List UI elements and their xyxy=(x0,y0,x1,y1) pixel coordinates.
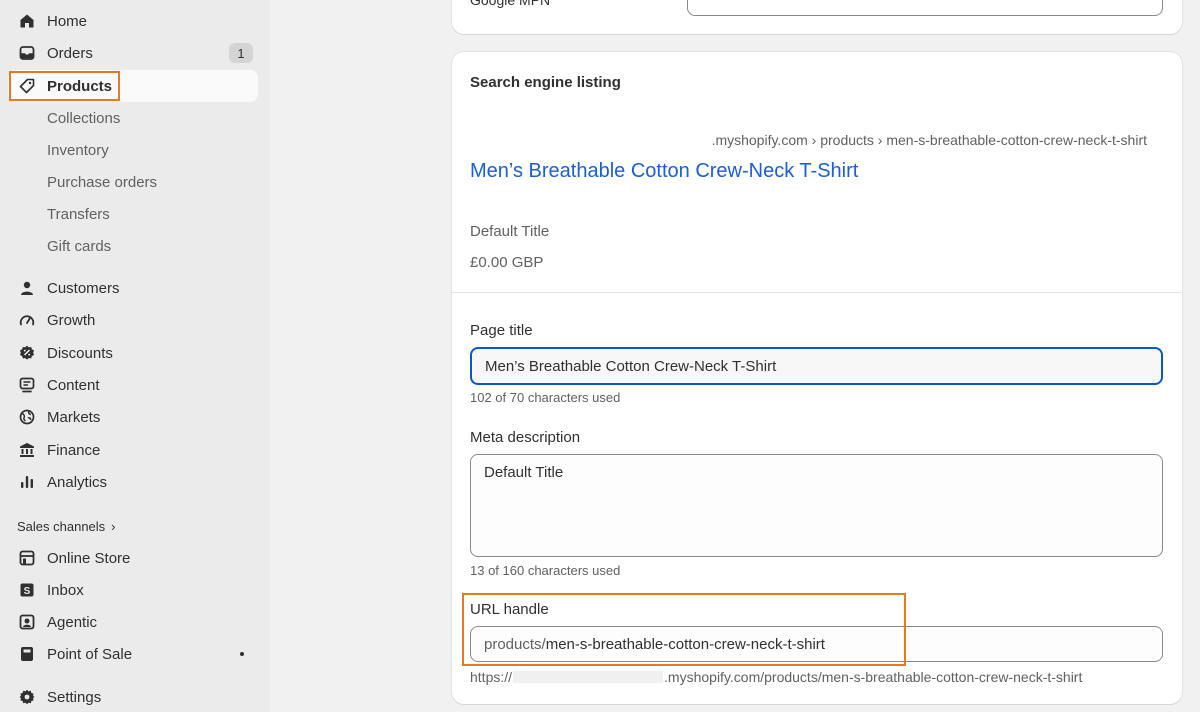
card-title: Search engine listing xyxy=(470,74,621,91)
sidebar-sub-label: Transfers xyxy=(47,205,110,223)
sidebar-item-label: Markets xyxy=(47,408,101,426)
meta-description-help: 13 of 160 characters used xyxy=(470,563,621,578)
sidebar-item-label: Orders xyxy=(47,44,93,62)
page-title-label: Page title xyxy=(470,322,533,339)
sidebar-sub-label: Collections xyxy=(47,109,121,127)
sidebar-item-label: Growth xyxy=(47,311,96,329)
sidebar-clip: Point of Sale xyxy=(0,638,270,664)
page-title-help: 102 of 70 characters used xyxy=(470,390,621,405)
sidebar-item-label: Settings xyxy=(47,688,102,706)
sidebar-item-products[interactable]: Products xyxy=(8,70,258,102)
sidebar-item-label: Point of Sale xyxy=(47,645,133,663)
globe-icon xyxy=(17,407,37,427)
person-icon xyxy=(17,278,37,298)
seo-preview-breadcrumb: .myshopify.com › products › men-s-breath… xyxy=(711,132,1147,148)
sidebar-item-settings[interactable]: Settings xyxy=(8,681,258,712)
sidebar-sub-label: Purchase orders xyxy=(47,173,158,191)
sidebar-sub-gift-cards[interactable]: Gift cards xyxy=(8,231,258,261)
status-dot xyxy=(240,652,244,656)
url-handle-value: men-s-breathable-cotton-crew-neck-t-shir… xyxy=(545,635,825,653)
sidebar-item-label: Finance xyxy=(47,441,101,459)
orders-count-badge: 1 xyxy=(229,43,253,63)
home-icon xyxy=(17,11,37,31)
sidebar: Home Orders 1 Products Collections Inven… xyxy=(0,0,270,712)
bar-chart-icon xyxy=(17,472,37,492)
seo-preview-price: £0.00 GBP xyxy=(470,254,544,271)
sidebar-item-label: Inbox xyxy=(47,581,84,599)
divider xyxy=(452,292,1182,293)
store-icon xyxy=(17,548,37,568)
seo-preview-title: Men’s Breathable Cotton Crew-Neck T-Shir… xyxy=(470,160,859,182)
sales-channels-label: Sales channels xyxy=(17,518,106,534)
sidebar-sub-transfers[interactable]: Transfers xyxy=(8,199,258,229)
google-mpn-input[interactable] xyxy=(687,0,1163,16)
redacted-store-name xyxy=(513,671,664,683)
url-handle-input[interactable]: products/ men-s-breathable-cotton-crew-n… xyxy=(470,626,1163,662)
gear-icon xyxy=(17,687,37,707)
sidebar-item-online-store[interactable]: Online Store xyxy=(8,542,258,574)
svg-text:S: S xyxy=(24,586,31,597)
url-handle-label: URL handle xyxy=(470,601,549,618)
product-identifiers-card: Google MPN xyxy=(452,0,1182,34)
sidebar-item-label: Home xyxy=(47,12,88,30)
sidebar-item-label: Products xyxy=(47,77,113,95)
seo-preview-description: Default Title xyxy=(470,223,550,240)
url-handle-prefix: products/ xyxy=(484,635,546,653)
sidebar-item-home[interactable]: Home xyxy=(8,5,258,37)
bank-icon xyxy=(17,440,37,460)
tag-icon xyxy=(17,76,37,96)
sidebar-item-discounts[interactable]: Discounts xyxy=(8,337,258,369)
sidebar-item-finance[interactable]: Finance xyxy=(8,434,258,466)
sidebar-item-agentic[interactable]: Agentic xyxy=(8,606,258,638)
discount-icon xyxy=(17,343,37,363)
sidebar-item-markets[interactable]: Markets xyxy=(8,401,258,433)
sidebar-item-content[interactable]: Content xyxy=(8,369,258,401)
sidebar-sub-label: Inventory xyxy=(47,141,109,159)
page-title-input[interactable] xyxy=(470,347,1163,385)
sidebar-item-label: Analytics xyxy=(47,473,108,491)
sidebar-item-label: Customers xyxy=(47,279,120,297)
sidebar-item-customers[interactable]: Customers xyxy=(8,272,258,304)
search-engine-listing-card: Search engine listing .myshopify.com › p… xyxy=(452,52,1182,704)
sales-channels-header[interactable]: Sales channels › xyxy=(17,516,116,536)
sidebar-item-label: Online Store xyxy=(47,549,131,567)
url-preview: https:// .myshopify.com/products/men-s-b… xyxy=(470,669,1082,685)
sidebar-item-label: Agentic xyxy=(47,613,98,631)
google-mpn-label: Google MPN xyxy=(470,0,551,8)
inbox-icon: S xyxy=(17,580,37,600)
chevron-right-icon: › xyxy=(111,518,116,534)
sidebar-item-label: Content xyxy=(47,376,100,394)
agentic-icon xyxy=(17,612,37,632)
url-preview-start: https:// xyxy=(470,669,513,685)
sidebar-item-point-of-sale[interactable]: Point of Sale xyxy=(8,638,258,664)
sidebar-item-inbox[interactable]: S Inbox xyxy=(8,574,258,606)
meta-description-textarea[interactable]: Default Title xyxy=(470,454,1163,557)
gauge-icon xyxy=(17,310,37,330)
sidebar-item-growth[interactable]: Growth xyxy=(8,304,258,336)
sidebar-item-orders[interactable]: Orders 1 xyxy=(8,37,258,69)
sidebar-item-label: Discounts xyxy=(47,344,113,362)
sidebar-sub-purchase-orders[interactable]: Purchase orders xyxy=(8,167,258,197)
url-preview-end: .myshopify.com/products/men-s-breathable… xyxy=(664,669,1083,685)
sidebar-sub-collections[interactable]: Collections xyxy=(8,103,258,133)
sidebar-item-analytics[interactable]: Analytics xyxy=(8,466,258,498)
orders-icon xyxy=(17,43,37,63)
content-icon xyxy=(17,375,37,395)
sidebar-sub-label: Gift cards xyxy=(47,237,112,255)
pos-icon xyxy=(17,644,37,664)
meta-description-label: Meta description xyxy=(470,429,581,446)
sidebar-sub-inventory[interactable]: Inventory xyxy=(8,135,258,165)
